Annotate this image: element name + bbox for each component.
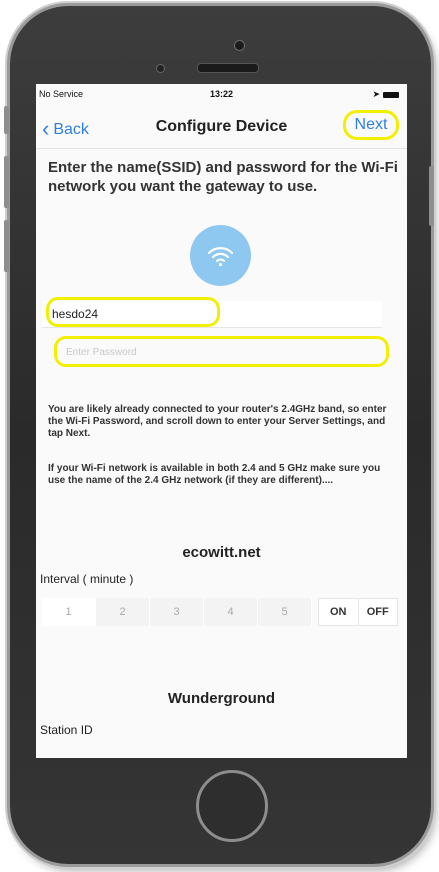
toggle-off[interactable]: OFF [357,599,398,625]
ecowitt-toggle: ON OFF [318,598,398,626]
mute-switch [4,106,9,134]
proximity-sensor [156,64,165,73]
interval-option[interactable]: 1 [42,598,96,626]
app-screen: No Service 13:22 ➤ ‹ Back Configure Devic… [36,84,407,758]
password-highlight [54,336,389,367]
navigation-bar: ‹ Back Configure Device Next [36,104,407,149]
battery-icon: ➤ [372,89,399,100]
next-button[interactable]: Next [343,110,399,140]
status-time: 13:22 [209,89,234,99]
info-paragraph-2: If your Wi-Fi network is available in bo… [48,463,381,486]
interval-label: Interval ( minute ) [40,572,134,586]
ecowitt-title: ecowitt.net [182,544,261,561]
interval-option[interactable]: 5 [258,598,312,626]
ssid-highlight [46,297,220,327]
status-bar: No Service 13:22 ➤ [36,84,407,104]
volume-down-button [4,220,9,272]
power-button [429,166,434,226]
home-button[interactable] [196,770,268,842]
station-id-label: Station ID [40,723,93,737]
interval-option[interactable]: 3 [150,598,204,626]
wifi-icon [190,225,251,286]
interval-option[interactable]: 2 [96,598,150,626]
toggle-on[interactable]: ON [319,599,358,625]
earpiece-speaker [197,63,259,73]
volume-up-button [4,156,9,208]
interval-option[interactable]: 4 [204,598,258,626]
interval-selector: 1 2 3 4 5 [42,598,312,626]
intro-text: Enter the name(SSID) and password for th… [48,159,398,195]
front-camera [234,40,245,51]
info-paragraph-1: You are likely already connected to your… [48,404,387,439]
wunderground-title: Wunderground [167,690,276,707]
